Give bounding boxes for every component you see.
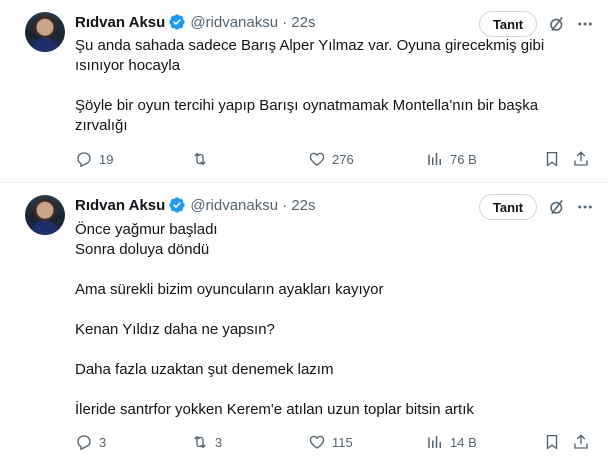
views-icon [428,153,441,165]
reply-count: 3 [99,434,107,450]
verified-badge-icon [169,14,185,30]
author-handle[interactable]: @ridvanaksu [190,14,278,31]
repost-icon [194,152,206,166]
follow-button[interactable]: Tanıt [479,194,537,220]
like-button[interactable]: 115 [308,432,353,452]
grok-icon[interactable] [546,13,568,35]
more-icon[interactable] [574,13,596,35]
bookmark-icon [546,434,558,450]
tweet[interactable]: Rıdvan Aksu @ridvanaksu · 22s Tanıt Şu a… [0,0,608,183]
repost-button[interactable] [191,149,215,169]
like-icon [309,435,325,449]
reply-icon [77,152,91,168]
reply-icon [77,435,91,451]
avatar[interactable] [25,12,65,52]
tweet-text-line: Sonra doluya döndü [75,241,210,258]
repost-count: 3 [215,434,223,450]
like-count: 276 [332,151,354,167]
views-count: 76 B [450,151,477,167]
follow-button[interactable]: Tanıt [479,11,537,37]
author-name[interactable]: Rıdvan Aksu [75,14,165,31]
tweet-text-line: Önce yağmur başladı [75,221,218,238]
tweet-text-line: Ama sürekli bizim oyuncuların ayakları k… [75,281,384,298]
timestamp[interactable]: · 22s [282,14,315,31]
share-icon [574,151,588,166]
tweet-text-line: İleride santrfor yokken Kerem'e atılan u… [75,401,474,418]
tweet-header: Rıdvan Aksu @ridvanaksu · 22s [75,195,315,215]
share-button[interactable] [572,432,590,452]
author-name[interactable]: Rıdvan Aksu [75,197,165,214]
tweet-text-line: Kenan Yıldız daha ne yapsın? [75,321,275,338]
tweet[interactable]: Rıdvan Aksu @ridvanaksu · 22s Tanıt Önce… [0,183,608,469]
repost-icon [194,435,206,449]
share-button[interactable] [572,149,590,169]
share-icon [574,434,588,449]
views-count: 14 B [450,434,477,450]
reply-button[interactable]: 3 [75,432,106,452]
grok-icon[interactable] [546,196,568,218]
verified-badge-icon [169,197,185,213]
bookmark-button[interactable] [543,149,561,169]
action-bar: 19 276 76 B [75,149,595,169]
tweet-text-line: Şu anda sahada sadece Barış Alper Yılmaz… [75,37,545,74]
repost-button[interactable]: 3 [191,432,222,452]
views-icon [428,436,441,448]
action-bar: 3 3 115 14 B [75,432,595,452]
reply-button[interactable]: 19 [75,149,113,169]
more-icon[interactable] [574,196,596,218]
tweet-header: Rıdvan Aksu @ridvanaksu · 22s [75,12,315,32]
bookmark-icon [546,151,558,167]
tweet-text: Şu anda sahada sadece Barış Alper Yılmaz… [75,36,580,136]
reply-count: 19 [99,151,114,167]
tweet-text-line: Şöyle bir oyun tercihi yapıp Barışı oyna… [75,97,539,134]
timestamp[interactable]: · 22s [282,197,315,214]
tweet-text: Önce yağmur başladı Sonra doluya döndü A… [75,220,580,420]
like-icon [309,152,325,166]
avatar[interactable] [25,195,65,235]
like-count: 115 [332,434,353,450]
tweet-text-line: Daha fazla uzaktan şut denemek lazım [75,361,334,378]
views-button[interactable]: 76 B [426,149,477,169]
bookmark-button[interactable] [543,432,561,452]
like-button[interactable]: 276 [308,149,354,169]
views-button[interactable]: 14 B [426,432,477,452]
author-handle[interactable]: @ridvanaksu [190,197,278,214]
